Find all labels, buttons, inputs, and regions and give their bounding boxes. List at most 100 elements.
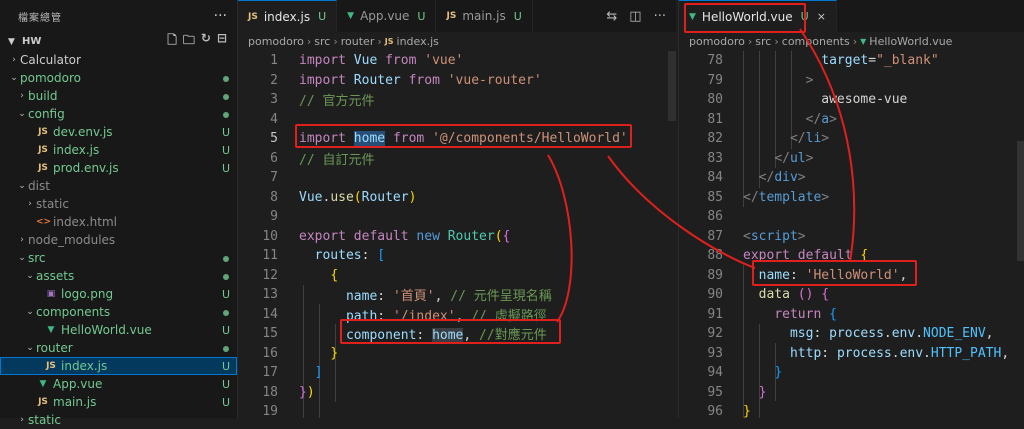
code-line[interactable]: 19 bbox=[238, 402, 676, 418]
explorer-header: 檔案總管 ··· bbox=[0, 0, 237, 32]
breadcrumb-item[interactable]: index.js bbox=[397, 35, 439, 48]
code-line[interactable]: 94 } bbox=[679, 363, 1024, 383]
breadcrumb-item[interactable]: src bbox=[755, 35, 771, 48]
breadcrumb-item[interactable]: pomodoro bbox=[689, 35, 745, 48]
tree-item[interactable]: ⌄ assets bbox=[0, 267, 237, 285]
tree-item[interactable]: ▣ logo.png U bbox=[0, 285, 237, 303]
code-line[interactable]: 5 import home from '@/components/HelloWor… bbox=[238, 129, 676, 149]
more-actions-icon[interactable]: ··· bbox=[654, 9, 666, 24]
js-file-icon: JS bbox=[38, 163, 48, 173]
new-folder-icon[interactable]: 🗀 bbox=[183, 31, 195, 52]
code-line[interactable]: 87 <script> bbox=[679, 227, 1024, 247]
tree-item[interactable]: ▼ HelloWorld.vue U bbox=[0, 321, 237, 339]
project-root[interactable]: ▼ HW 🗋 🗀 ↻ ⊟ bbox=[0, 31, 237, 52]
tree-item[interactable]: ⌄ src bbox=[0, 249, 237, 267]
new-file-icon[interactable]: 🗋 bbox=[167, 31, 177, 52]
close-icon[interactable]: × bbox=[817, 10, 826, 23]
code-line[interactable]: 2 import Router from 'vue-router' bbox=[238, 71, 676, 91]
scrollbar-right[interactable] bbox=[1017, 51, 1024, 418]
line-number: 8 bbox=[270, 189, 278, 205]
code-line[interactable]: 8 Vue.use(Router) bbox=[238, 188, 676, 208]
code-line[interactable]: 18}) bbox=[238, 383, 676, 403]
tree-item[interactable]: › build bbox=[0, 87, 237, 105]
code-line[interactable]: 7 bbox=[238, 168, 676, 188]
code-line[interactable]: 86 bbox=[679, 207, 1024, 227]
code-line[interactable]: 12 { bbox=[238, 266, 676, 286]
tree-item[interactable]: › Calculator bbox=[0, 51, 237, 69]
tree-item[interactable]: ⌄ dist bbox=[0, 177, 237, 195]
tree-item[interactable]: › static bbox=[0, 411, 237, 429]
code-line[interactable]: 88 export default { bbox=[679, 246, 1024, 266]
vue-file-icon: ▼ bbox=[347, 11, 355, 21]
line-number: 83 bbox=[707, 150, 723, 166]
code-line[interactable]: 95 } bbox=[679, 383, 1024, 403]
code-line[interactable]: 4 bbox=[238, 110, 676, 130]
line-number: 79 bbox=[707, 72, 723, 88]
code-line[interactable]: 80 awesome-vue bbox=[679, 90, 1024, 110]
code-line[interactable]: 89 name: 'HelloWorld', bbox=[679, 266, 1024, 286]
code-line[interactable]: 3 // 官方元件 bbox=[238, 90, 676, 110]
tree-item[interactable]: JS index.js U bbox=[0, 357, 237, 375]
breadcrumb-item[interactable]: HelloWorld.vue bbox=[869, 35, 952, 48]
tree-item[interactable]: JS prod.env.js U bbox=[0, 159, 237, 177]
tab-app-vue[interactable]: ▼ App.vue U bbox=[337, 0, 437, 32]
code-line[interactable]: 11 routes: [ bbox=[238, 246, 676, 266]
code-text: msg: process.env.NODE_ENV, bbox=[789, 326, 994, 342]
code-line[interactable]: 85 </template> bbox=[679, 188, 1024, 208]
breadcrumb-item[interactable]: pomodoro bbox=[248, 35, 304, 48]
line-number: 1 bbox=[270, 53, 278, 69]
code-text: // 自訂元件 bbox=[299, 152, 375, 168]
code-line[interactable]: 91 return { bbox=[679, 305, 1024, 325]
more-actions-icon[interactable]: ··· bbox=[214, 8, 227, 24]
code-line[interactable]: 15 component: home, //對應元件 bbox=[238, 324, 676, 344]
code-line[interactable]: 9 bbox=[238, 207, 676, 227]
breadcrumb-item[interactable]: src bbox=[314, 35, 330, 48]
tree-item[interactable]: JS dev.env.js U bbox=[0, 123, 237, 141]
code-line[interactable]: 79 > bbox=[679, 71, 1024, 91]
tree-item[interactable]: <> index.html bbox=[0, 213, 237, 231]
tree-item[interactable]: ⌄ router bbox=[0, 339, 237, 357]
tree-item[interactable]: JS main.js U bbox=[0, 393, 237, 411]
code-line[interactable]: 84 </div> bbox=[679, 168, 1024, 188]
code-line[interactable]: 17 ] bbox=[238, 363, 676, 383]
split-editor-icon[interactable]: ◫ bbox=[629, 9, 641, 24]
code-line[interactable]: 96} bbox=[679, 402, 1024, 418]
tree-item[interactable]: ⌄ config bbox=[0, 105, 237, 123]
code-line[interactable]: 81 </a> bbox=[679, 110, 1024, 130]
code-line[interactable]: 1 import Vue from 'vue' bbox=[238, 51, 676, 71]
refresh-icon[interactable]: ↻ bbox=[201, 31, 211, 52]
explorer-title: 檔案總管 bbox=[18, 12, 62, 24]
code-line[interactable]: 10 export default new Router({ bbox=[238, 227, 676, 247]
git-status-badge: U bbox=[221, 377, 231, 391]
tree-item[interactable]: › static bbox=[0, 195, 237, 213]
tab-index-js[interactable]: JS index.js U bbox=[238, 0, 338, 32]
code-line[interactable]: 93 http: process.env.HTTP_PATH, bbox=[679, 344, 1024, 364]
code-line[interactable]: 6 // 自訂元件 bbox=[238, 149, 676, 169]
code-line[interactable]: 16 } bbox=[238, 344, 676, 364]
code-line[interactable]: 14 path: '/index', // 虛擬路徑 bbox=[238, 305, 676, 325]
code-line[interactable]: 78 target="_blank" bbox=[679, 51, 1024, 71]
file-tree: › Calculator ⌄ pomodoro › build ⌄ config JS dev.e… bbox=[0, 51, 237, 429]
code-line[interactable]: 92 msg: process.env.NODE_ENV, bbox=[679, 324, 1024, 344]
code-line[interactable]: 13 name: '首頁', // 元件呈現名稱 bbox=[238, 285, 676, 305]
project-actions: 🗋 🗀 ↻ ⊟ bbox=[167, 31, 237, 52]
tree-item[interactable]: ⌄ components bbox=[0, 303, 237, 321]
git-status-badge: U bbox=[221, 143, 231, 157]
source-control-diff-icon[interactable]: ⇆ bbox=[606, 9, 617, 24]
code-line[interactable]: 83 </ul> bbox=[679, 149, 1024, 169]
breadcrumb-item[interactable]: components bbox=[782, 35, 850, 48]
tree-item[interactable]: › node_modules bbox=[0, 231, 237, 249]
collapse-all-icon[interactable]: ⊟ bbox=[217, 31, 227, 52]
code-area-left[interactable]: 1 import Vue from 'vue' 2 import Router fro… bbox=[238, 51, 676, 418]
scrollbar-left[interactable] bbox=[668, 51, 676, 418]
code-area-right[interactable]: 78 target="_blank" 79 >80 awesome-vue 81 <… bbox=[679, 51, 1024, 418]
code-line[interactable]: 82 </li> bbox=[679, 129, 1024, 149]
tab-main-js[interactable]: JS main.js U bbox=[436, 0, 533, 32]
breadcrumb-item[interactable]: router bbox=[341, 35, 375, 48]
tree-item[interactable]: JS index.js U bbox=[0, 141, 237, 159]
tree-item[interactable]: ▼ App.vue U bbox=[0, 375, 237, 393]
code-line[interactable]: 90 data () { bbox=[679, 285, 1024, 305]
tab-helloworld-vue[interactable]: ▼ HelloWorld.vue U × bbox=[679, 0, 837, 32]
tab-status: U bbox=[417, 9, 426, 23]
tree-item[interactable]: ⌄ pomodoro bbox=[0, 69, 237, 87]
